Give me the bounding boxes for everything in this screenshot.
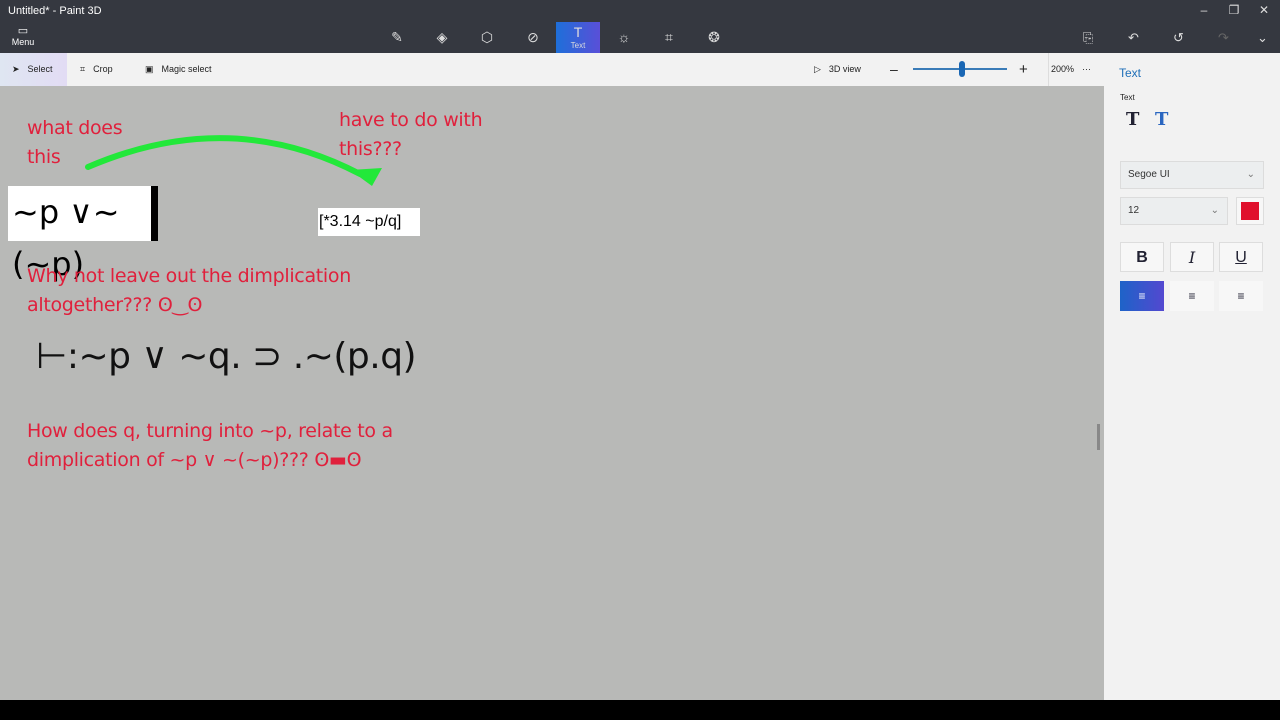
zoom-slider[interactable] bbox=[913, 61, 1007, 77]
effects-tool[interactable]: ☼ bbox=[602, 22, 646, 53]
title-bar: Untitled* - Paint 3D – ❐ ✕ ▭ Menu ✎ ◈ ⬡ ⊘… bbox=[0, 0, 1280, 53]
color-picker[interactable] bbox=[1236, 197, 1264, 225]
chevron-down-icon: ⌄ bbox=[1210, 205, 1219, 216]
note-how-does: How does q, turning into ~p, relate to a… bbox=[27, 420, 393, 471]
font-dropdown[interactable]: Segoe UI ⌄ bbox=[1120, 161, 1264, 189]
paste-icon[interactable]: ⎘ bbox=[1083, 30, 1093, 46]
section-label: Text bbox=[1120, 93, 1135, 102]
window-title: Untitled* - Paint 3D bbox=[8, 5, 102, 17]
close-button[interactable]: ✕ bbox=[1254, 3, 1274, 17]
redo-icon[interactable]: ↷ bbox=[1218, 30, 1229, 46]
3d-view-icon: ▷ bbox=[814, 64, 821, 74]
zoom-in-button[interactable]: + bbox=[1019, 53, 1028, 86]
panel-title: Text bbox=[1119, 66, 1142, 80]
italic-button[interactable]: I bbox=[1170, 242, 1214, 272]
underline-button[interactable]: U bbox=[1219, 242, 1263, 272]
2d-text-icon[interactable]: T bbox=[1126, 109, 1139, 130]
2d-shapes-tool[interactable]: ◈ bbox=[420, 22, 464, 53]
bold-button[interactable]: B bbox=[1120, 242, 1164, 272]
zoom-slider-thumb[interactable] bbox=[959, 61, 965, 77]
zoom-level: 200% bbox=[1048, 53, 1074, 86]
formula-textbox[interactable]: ~p ∨~(~p) bbox=[8, 186, 158, 283]
restore-button[interactable]: ❐ bbox=[1224, 3, 1244, 17]
formula-theorem: ⊢:~p ∨ ~q. ⊃ .~(p.q) bbox=[36, 336, 417, 377]
align-right-button[interactable]: ≡ bbox=[1219, 281, 1263, 311]
note-why-not: Why not leave out the dimplication altog… bbox=[27, 265, 351, 316]
reference-textbox[interactable]: [*3.14 ~p/q] bbox=[318, 208, 420, 236]
history-icon[interactable]: ↺ bbox=[1173, 30, 1184, 46]
3d-library-tool[interactable]: ❂ bbox=[692, 22, 736, 53]
expand-chevron-icon[interactable]: ⌄ bbox=[1257, 30, 1268, 46]
stickers-tool[interactable]: ⊘ bbox=[511, 22, 555, 53]
text-panel: Text Text T T Segoe UI ⌄ 12 ⌄ B I U ≡ ≡ ≡ bbox=[1104, 53, 1280, 700]
chevron-down-icon: ⌄ bbox=[1246, 169, 1255, 180]
menu-button[interactable]: ▭ Menu bbox=[8, 24, 38, 47]
zoom-out-button[interactable]: – bbox=[890, 53, 898, 86]
toolbar: ➤ Select ⌗ Crop ▣ Magic select ▷ 3D view – +… bbox=[0, 53, 1104, 86]
undo-icon[interactable]: ↶ bbox=[1128, 30, 1139, 46]
magic-select-icon: ▣ bbox=[145, 64, 154, 74]
align-left-button[interactable]: ≡ bbox=[1120, 281, 1164, 311]
select-button[interactable]: ➤ Select bbox=[0, 53, 67, 86]
minimize-button[interactable]: – bbox=[1194, 3, 1214, 17]
brushes-tool[interactable]: ✎ bbox=[375, 22, 419, 53]
size-dropdown[interactable]: 12 ⌄ bbox=[1120, 197, 1228, 225]
canvas[interactable]: what does this have to do with this??? ~… bbox=[0, 86, 1104, 700]
text-icon: T bbox=[573, 24, 583, 40]
align-center-button[interactable]: ≡ bbox=[1170, 281, 1214, 311]
3d-view-button[interactable]: ▷ 3D view bbox=[814, 53, 861, 86]
crop-button[interactable]: ⌗ Crop bbox=[80, 53, 113, 86]
note-have-to-do: have to do with this??? bbox=[339, 109, 483, 160]
more-button[interactable]: ··· bbox=[1082, 53, 1091, 86]
folder-icon: ▭ bbox=[17, 25, 29, 37]
canvas-resize-handle[interactable] bbox=[1097, 424, 1100, 450]
3d-text-icon[interactable]: T bbox=[1155, 109, 1168, 130]
3d-shapes-tool[interactable]: ⬡ bbox=[465, 22, 509, 53]
note-what-does-this: what does this bbox=[27, 117, 123, 168]
text-tool[interactable]: T Text bbox=[556, 22, 600, 53]
green-arrow bbox=[85, 135, 382, 186]
cursor-icon: ➤ bbox=[12, 64, 20, 74]
crop-icon: ⌗ bbox=[80, 64, 86, 74]
magic-select-button[interactable]: ▣ Magic select bbox=[145, 53, 212, 86]
canvas-tool[interactable]: ⌗ bbox=[647, 22, 691, 53]
